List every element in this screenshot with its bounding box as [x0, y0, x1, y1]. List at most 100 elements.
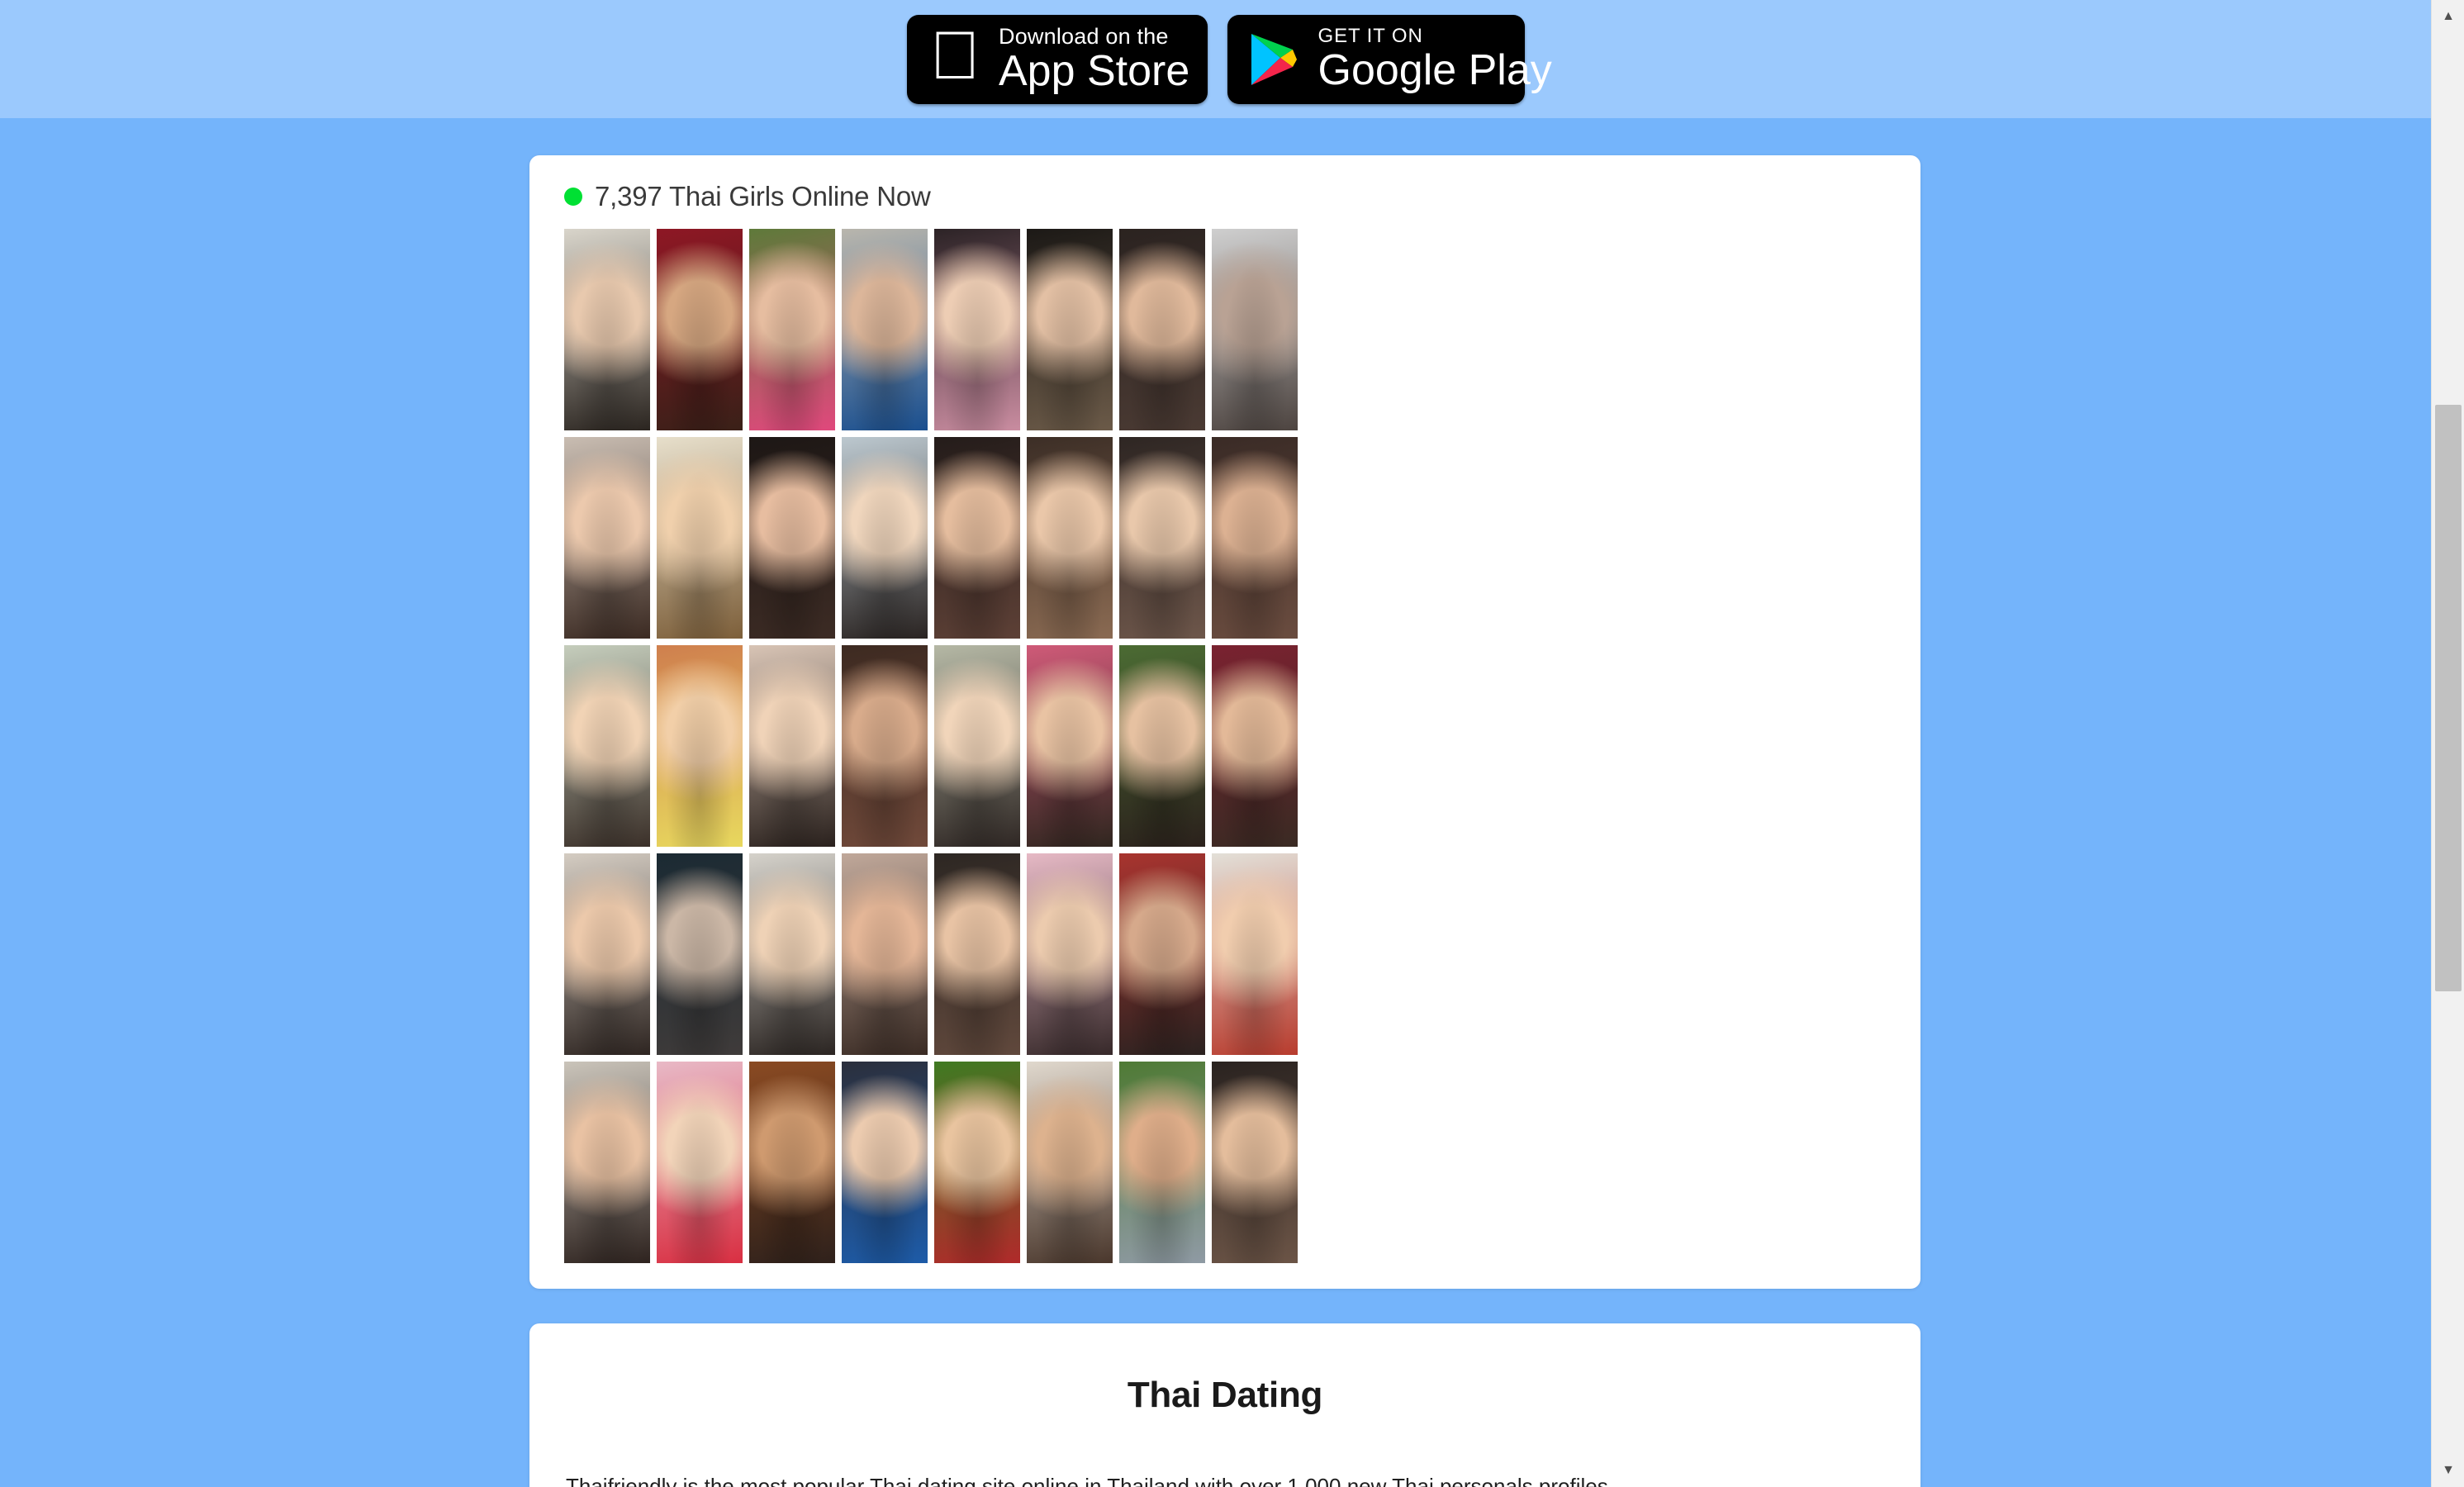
google-play-small-label: GET IT ON: [1317, 25, 1423, 48]
app-store-big-label: App Store: [947, 47, 1189, 96]
google-play-big-label: Google Play: [1317, 45, 1552, 94]
profile-photo-image: [842, 853, 928, 1055]
profile-photo-image: [1212, 645, 1298, 847]
profile-photo-thumbnail[interactable]: [1027, 645, 1113, 847]
profile-photo-thumbnail[interactable]: [1212, 645, 1298, 847]
profile-photo-grid: [529, 212, 1920, 1263]
profile-photo-image: [749, 645, 835, 847]
profile-photo-thumbnail[interactable]: [749, 1062, 835, 1263]
online-status-dot: [564, 188, 582, 206]
photo-row: [564, 437, 1920, 639]
profile-photo-image: [1119, 645, 1205, 847]
page-scrollbar[interactable]: ▲ ▼: [2431, 0, 2464, 1487]
profile-photo-thumbnail[interactable]: [657, 229, 743, 430]
page-root:  Download on the App Store GET IT ON Go…: [0, 0, 2464, 1487]
profile-photo-image: [1027, 437, 1113, 639]
profile-photo-image: [749, 229, 835, 430]
profile-photo-image: [1119, 437, 1205, 639]
profile-photo-thumbnail[interactable]: [564, 229, 650, 430]
google-play-badge[interactable]: GET IT ON Google Play: [1227, 14, 1552, 104]
profile-photo-thumbnail[interactable]: [1119, 853, 1205, 1055]
profile-photo-thumbnail[interactable]: [749, 645, 835, 847]
photo-row: [564, 853, 1920, 1055]
scroll-down-arrow-icon[interactable]: ▼: [2432, 1454, 2464, 1487]
profile-photo-image: [564, 645, 650, 847]
profile-photo-thumbnail[interactable]: [1119, 1062, 1205, 1263]
scrollbar-thumb[interactable]: [2435, 405, 2462, 991]
profile-photo-thumbnail[interactable]: [934, 229, 1020, 430]
profile-photo-image: [749, 853, 835, 1055]
profile-photo-image: [1027, 1062, 1113, 1263]
profile-photo-image: [1119, 1062, 1205, 1263]
profile-photo-thumbnail[interactable]: [842, 229, 928, 430]
profile-photo-image: [934, 437, 1020, 639]
profile-photo-image: [934, 645, 1020, 847]
profile-photo-image: [1027, 853, 1113, 1055]
profile-photo-thumbnail[interactable]: [934, 1062, 1020, 1263]
profile-photo-thumbnail[interactable]: [1027, 853, 1113, 1055]
profile-photo-image: [1212, 437, 1298, 639]
profile-photo-thumbnail[interactable]: [1212, 853, 1298, 1055]
profile-photo-thumbnail[interactable]: [564, 437, 650, 639]
about-body: Thaifriendly is the most popular Thai da…: [566, 1474, 1608, 1487]
profile-photo-thumbnail[interactable]: [657, 853, 743, 1055]
profile-photo-thumbnail[interactable]: [564, 645, 650, 847]
profile-photo-thumbnail[interactable]: [1212, 1062, 1298, 1263]
scroll-up-arrow-icon[interactable]: ▲: [2432, 0, 2464, 33]
profile-photo-image: [1212, 229, 1298, 430]
profile-photo-thumbnail[interactable]: [564, 853, 650, 1055]
profile-photo-thumbnail[interactable]: [1027, 437, 1113, 639]
profile-photo-thumbnail[interactable]: [1119, 229, 1205, 430]
app-badge-band:  Download on the App Store GET IT ON Go…: [0, 0, 2431, 118]
profile-photo-thumbnail[interactable]: [749, 853, 835, 1055]
online-girls-card: 7,397 Thai Girls Online Now: [529, 155, 1920, 1289]
photo-row: [564, 229, 1920, 430]
profile-photo-image: [564, 853, 650, 1055]
profile-photo-thumbnail[interactable]: [842, 1062, 928, 1263]
profile-photo-image: [657, 229, 743, 430]
profile-photo-thumbnail[interactable]: [934, 437, 1020, 639]
profile-photo-thumbnail[interactable]: [934, 853, 1020, 1055]
app-store-badge[interactable]:  Download on the App Store: [906, 14, 1208, 104]
profile-photo-thumbnail[interactable]: [1027, 1062, 1113, 1263]
profile-photo-thumbnail[interactable]: [1212, 229, 1298, 430]
profile-photo-image: [657, 437, 743, 639]
profile-photo-image: [564, 229, 650, 430]
profile-photo-thumbnail[interactable]: [842, 645, 928, 847]
profile-photo-thumbnail[interactable]: [564, 1062, 650, 1263]
profile-photo-thumbnail[interactable]: [749, 229, 835, 430]
profile-photo-image: [1027, 229, 1113, 430]
profile-photo-thumbnail[interactable]: [1119, 437, 1205, 639]
profile-photo-image: [657, 1062, 743, 1263]
profile-photo-thumbnail[interactable]: [842, 437, 928, 639]
google-play-icon: [1249, 32, 1298, 87]
profile-photo-image: [1119, 853, 1205, 1055]
profile-photo-image: [842, 645, 928, 847]
profile-photo-thumbnail[interactable]: [657, 437, 743, 639]
profile-photo-thumbnail[interactable]: [657, 1062, 743, 1263]
profile-photo-image: [842, 1062, 928, 1263]
profile-photo-image: [934, 1062, 1020, 1263]
app-store-small-label: Download on the: [947, 23, 1168, 49]
online-count-title: 7,397 Thai Girls Online Now: [595, 181, 931, 211]
profile-photo-image: [1027, 645, 1113, 847]
profile-photo-image: [842, 437, 928, 639]
profile-photo-image: [842, 229, 928, 430]
about-card: Thai Dating Thaifriendly is the most pop…: [529, 1323, 1920, 1487]
google-play-badge-text: GET IT ON Google Play: [1318, 26, 1552, 92]
profile-photo-thumbnail[interactable]: [1027, 229, 1113, 430]
profile-photo-thumbnail[interactable]: [749, 437, 835, 639]
profile-photo-image: [657, 645, 743, 847]
photo-row: [564, 645, 1920, 847]
online-header: 7,397 Thai Girls Online Now: [529, 155, 1920, 212]
profile-photo-thumbnail[interactable]: [1119, 645, 1205, 847]
profile-photo-thumbnail[interactable]: [842, 853, 928, 1055]
profile-photo-image: [1212, 853, 1298, 1055]
about-title: Thai Dating: [1127, 1375, 1323, 1415]
profile-photo-image: [1119, 229, 1205, 430]
profile-photo-image: [934, 853, 1020, 1055]
apple-icon: : [930, 21, 981, 90]
profile-photo-thumbnail[interactable]: [934, 645, 1020, 847]
profile-photo-thumbnail[interactable]: [657, 645, 743, 847]
profile-photo-thumbnail[interactable]: [1212, 437, 1298, 639]
